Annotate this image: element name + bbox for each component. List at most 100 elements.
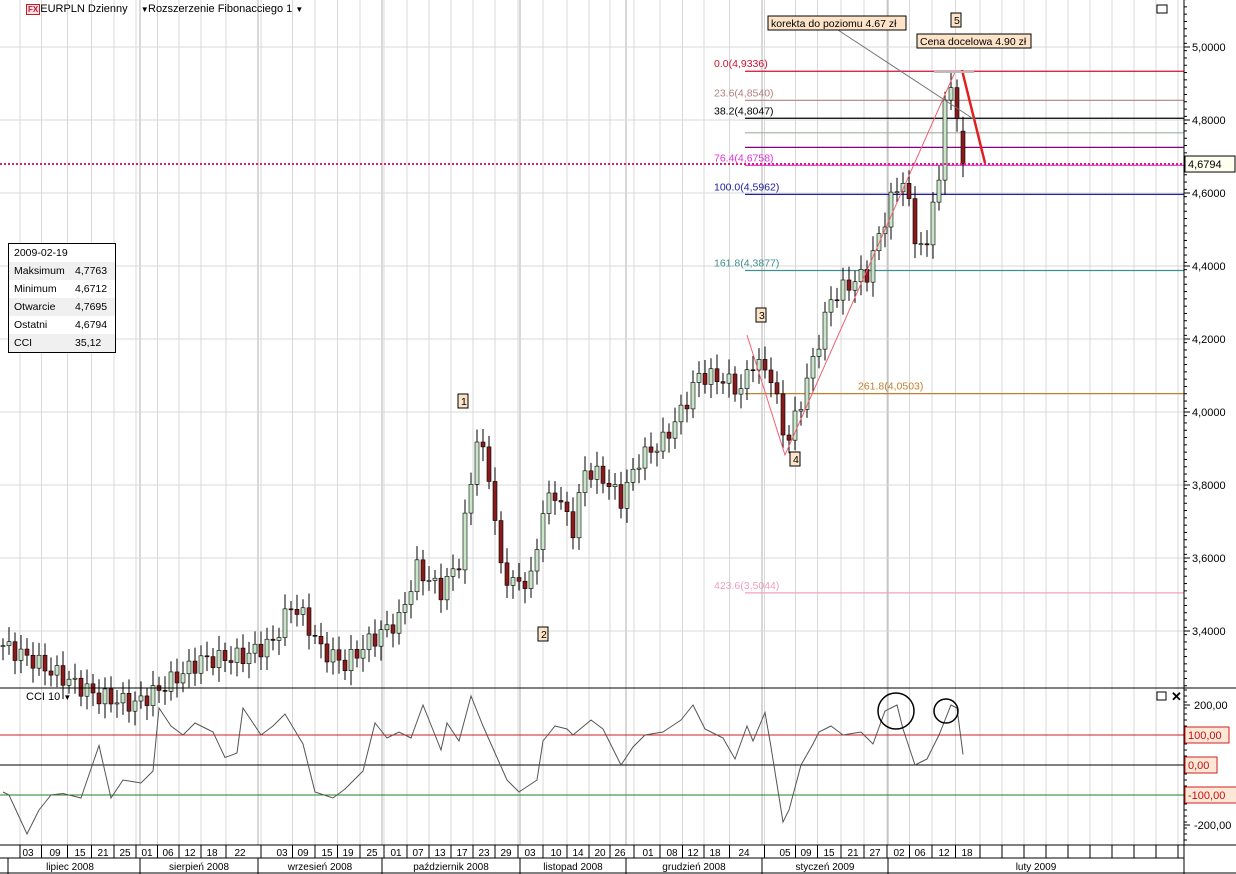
x-day-label: 10 xyxy=(550,848,562,859)
candle-up xyxy=(534,549,540,572)
x-month-label: wrzesień 2008 xyxy=(287,862,353,873)
candle-down xyxy=(522,580,528,589)
candle-up xyxy=(918,243,924,246)
candle-down xyxy=(174,671,180,684)
highlight-circle xyxy=(877,692,915,730)
wave-label: 3 xyxy=(759,310,765,322)
candle-up xyxy=(948,87,954,101)
study-selector[interactable]: Rozszerzenie Fibonacciego 1 ▼ xyxy=(148,3,303,15)
candle-up xyxy=(432,577,438,581)
candle-up xyxy=(366,633,372,650)
candle-down xyxy=(30,654,36,669)
x-day-label: 18 xyxy=(206,848,218,859)
x-day-label: 01 xyxy=(642,848,654,859)
candle-up xyxy=(114,702,120,705)
x-day-label: 09 xyxy=(49,848,61,859)
x-day-label: 09 xyxy=(297,848,309,859)
candle-up xyxy=(54,665,60,676)
candle-up xyxy=(894,191,900,194)
candle-up xyxy=(852,281,858,291)
candle-up xyxy=(276,637,282,641)
x-day-label: 12 xyxy=(184,848,196,859)
candle-down xyxy=(648,446,654,453)
candle-up xyxy=(888,191,894,228)
candle-up xyxy=(540,513,546,550)
x-day-label: 26 xyxy=(614,848,626,859)
candle-up xyxy=(414,559,420,593)
candle-down xyxy=(666,431,672,439)
candle-down xyxy=(228,660,234,663)
x-day-label: 09 xyxy=(800,848,812,859)
candle-down xyxy=(318,636,324,645)
fib-level-label: 261.8(4,0503) xyxy=(858,381,923,393)
candle-up xyxy=(630,468,636,483)
candle-down xyxy=(906,183,912,199)
x-day-label: 19 xyxy=(342,848,354,859)
candle-down xyxy=(714,368,720,382)
candle-down xyxy=(60,665,66,686)
x-day-label: 21 xyxy=(97,848,109,859)
candle-up xyxy=(696,373,702,383)
fib-level-label: 23.6(4,8540) xyxy=(714,87,774,99)
candle-up xyxy=(474,441,480,485)
candle-up xyxy=(84,683,90,697)
cci-level-label: 100,00 xyxy=(1188,730,1222,742)
candle-up xyxy=(264,638,270,658)
cci-level-label: 0,00 xyxy=(1188,760,1209,772)
candle-up xyxy=(426,580,432,582)
x-day-label: 12 xyxy=(687,848,699,859)
x-month-label: grudzień 2008 xyxy=(662,862,726,873)
candle-up xyxy=(0,645,6,647)
candle-down xyxy=(24,648,30,656)
chevron-down-icon[interactable]: ▼ xyxy=(295,5,303,14)
last-price-label: 4,6794 xyxy=(1188,159,1222,171)
candle-up xyxy=(66,678,72,686)
cci-selector[interactable]: CCI 10 ▼ xyxy=(26,691,71,703)
candle-up xyxy=(798,409,804,412)
x-day-label: 17 xyxy=(456,848,468,859)
candle-up xyxy=(468,484,474,514)
maximize-icon xyxy=(1156,4,1168,14)
candle-down xyxy=(240,647,246,664)
x-day-label: 24 xyxy=(738,848,750,859)
x-day-label: 03 xyxy=(524,848,536,859)
candle-down xyxy=(618,484,624,509)
candle-down xyxy=(912,198,918,245)
candle-up xyxy=(216,650,222,668)
fib-level-label: 423.6(3,5044) xyxy=(714,580,779,592)
candle-down xyxy=(702,373,708,385)
close-icon: ✕ xyxy=(1171,689,1182,704)
x-day-label: 15 xyxy=(321,848,333,859)
wave-label: 2 xyxy=(541,629,547,641)
highlight-circle xyxy=(933,698,959,724)
candle-up xyxy=(408,591,414,605)
symbol-selector[interactable]: FX EURPLN Dzienny ▼ xyxy=(26,3,149,15)
price-chart[interactable]: 5,0000 4,8000 4,6000 4,4000 4,2000 4,0000 3,80… xyxy=(0,0,1236,874)
target-line xyxy=(960,69,987,164)
candle-down xyxy=(786,434,792,441)
candle-up xyxy=(246,652,252,664)
candle-up xyxy=(282,608,288,638)
x-month-label: luty 2009 xyxy=(1016,862,1057,873)
candle-up xyxy=(816,348,822,357)
study-label: Rozszerzenie Fibonacciego 1 xyxy=(148,3,293,15)
x-day-label: 25 xyxy=(119,848,131,859)
candle-up xyxy=(300,607,306,615)
x-day-label: 05 xyxy=(779,848,791,859)
x-day-label: 15 xyxy=(74,848,86,859)
candle-down xyxy=(516,577,522,582)
x-day-label: 20 xyxy=(594,848,606,859)
x-day-label: 12 xyxy=(938,848,950,859)
candle-up xyxy=(18,648,24,661)
candle-down xyxy=(486,446,492,482)
candle-up xyxy=(150,685,156,706)
candle-up xyxy=(120,693,126,704)
candle-up xyxy=(402,604,408,613)
candle-down xyxy=(126,693,132,712)
candle-down xyxy=(774,382,780,395)
candle-up xyxy=(6,641,12,646)
y-tick-label: 3,4000 xyxy=(1192,626,1226,638)
chevron-down-icon[interactable]: ▼ xyxy=(63,693,71,702)
x-month-label: styczeń 2009 xyxy=(796,862,855,873)
fib-level-label: 38.2(4,8047) xyxy=(714,105,774,117)
